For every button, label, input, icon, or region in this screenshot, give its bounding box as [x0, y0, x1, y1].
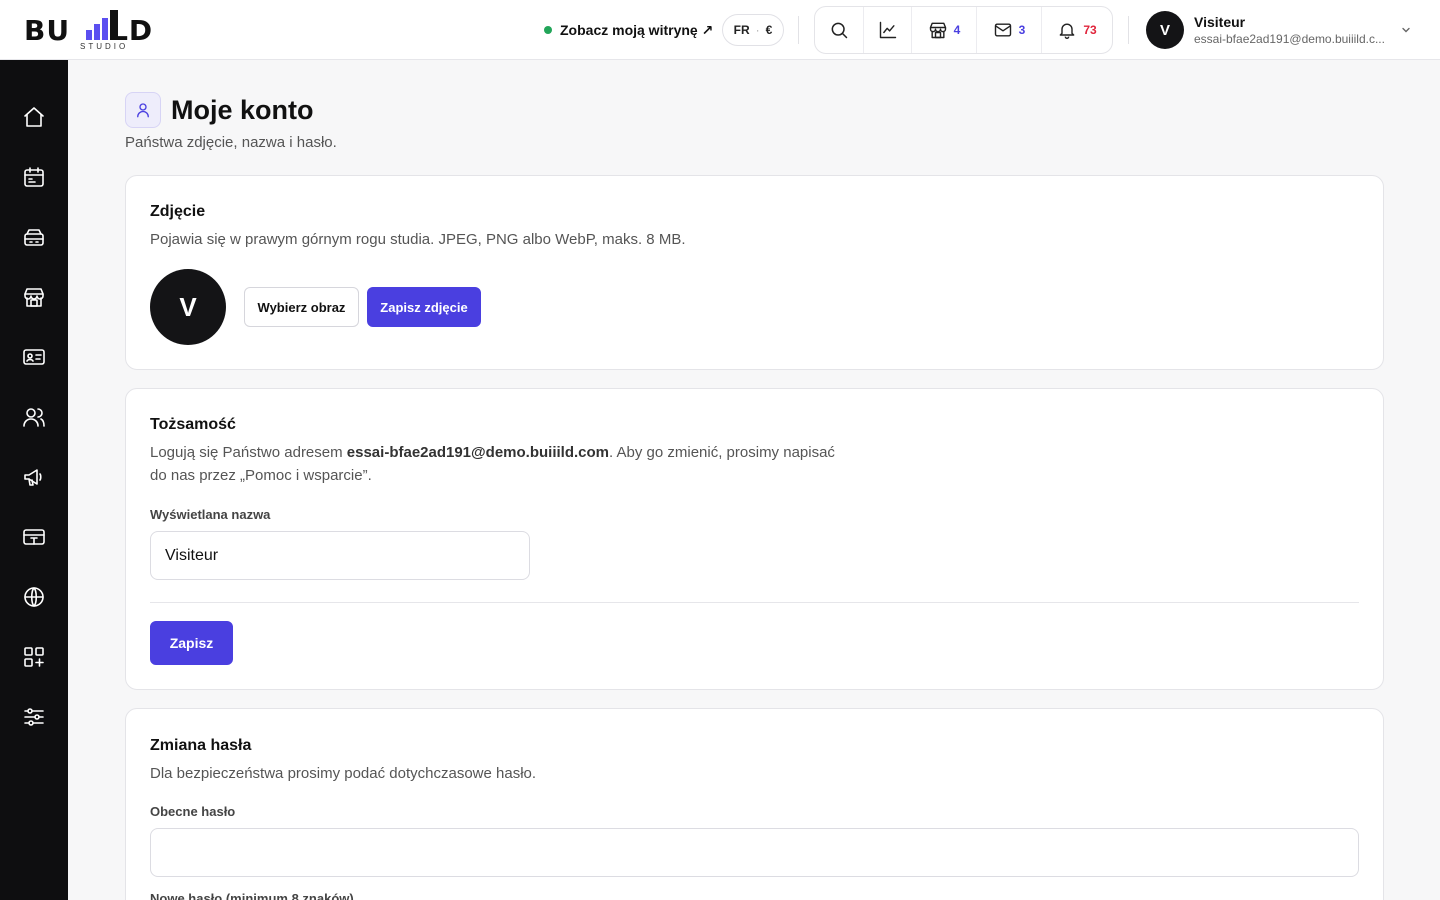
locale-currency: € [765, 23, 773, 37]
password-card-title: Zmiana hasła [150, 737, 252, 754]
locale-separator: · [755, 23, 760, 37]
sidebar-item-shop[interactable] [14, 277, 54, 317]
sliders-icon [24, 708, 44, 726]
identity-desc-line2: do nas przez „Pomoc i wsparcie”. [150, 467, 372, 484]
sidebar-item-website[interactable] [14, 577, 54, 617]
globe-icon [24, 587, 44, 607]
sidebar-item-team[interactable] [14, 397, 54, 437]
page-subtitle: Państwa zdjęcie, nazwa i hasło. [125, 134, 337, 151]
locale-switcher[interactable]: FR · € [722, 14, 784, 46]
view-site-label: Zobacz moją witrynę ↗ [560, 21, 714, 38]
locale-lang: FR [733, 23, 750, 37]
sidebar-item-home[interactable] [14, 97, 54, 137]
user-menu[interactable]: V Visiteur essai-bfae2ad191@demo.buiiild… [1146, 11, 1416, 49]
sidebar-item-marketing[interactable] [14, 457, 54, 497]
payments-icon [23, 529, 45, 545]
password-card-description: Dla bezpieczeństwa prosimy podać dotychc… [150, 765, 537, 782]
choose-image-button[interactable]: Wybierz obraz [244, 287, 359, 327]
identity-card-description: Logują się Państwo adresem essai-bfae2ad… [150, 441, 910, 487]
save-button[interactable]: Zapisz [150, 621, 233, 665]
new-password-label: Nowe hasło (minimum 8 znaków) [150, 891, 354, 900]
id-card-icon [23, 349, 45, 365]
sidebar-item-apps[interactable] [14, 637, 54, 677]
user-icon [125, 92, 161, 128]
login-email: essai-bfae2ad191@demo.buiiild.com [346, 444, 609, 461]
photo-card-description: Pojawia się w prawym górnym rogu studia.… [150, 231, 686, 248]
orders-button[interactable]: 4 [911, 7, 976, 53]
sidebar [0, 60, 68, 900]
notifications-count-badge: 73 [1083, 23, 1097, 37]
identity-card-title: Tożsamość [150, 416, 236, 433]
home-icon [24, 107, 44, 127]
sidebar-item-contacts[interactable] [14, 337, 54, 377]
photo-card: Zdjęcie Pojawia się w prawym górnym rogu… [125, 175, 1384, 370]
divider [150, 602, 1359, 603]
megaphone-icon [24, 469, 42, 486]
page-title: Moje konto [171, 94, 314, 125]
sidebar-item-settings[interactable] [14, 697, 54, 737]
header-divider [798, 16, 799, 44]
users-icon [23, 408, 45, 427]
online-status-dot [544, 26, 552, 34]
page-header: Moje konto [125, 92, 314, 128]
avatar: V [1146, 11, 1184, 49]
messages-button[interactable]: 3 [976, 7, 1041, 53]
orders-count-badge: 4 [953, 23, 961, 37]
notifications-button[interactable]: 73 [1041, 7, 1112, 53]
logo[interactable]: BU LD STUDIO [24, 8, 184, 54]
search-button[interactable] [815, 7, 863, 53]
user-email: essai-bfae2ad191@demo.buiiild.c... [1194, 31, 1385, 46]
password-card: Zmiana hasła Dla bezpieczeństwa prosimy … [125, 708, 1384, 900]
top-bar: BU LD STUDIO Zobacz moją witrynę ↗ FR · €… [0, 0, 1440, 60]
header-toolbar: 4 3 73 [814, 6, 1113, 54]
logo-subtitle: STUDIO [80, 42, 129, 51]
user-name: Visiteur [1194, 13, 1246, 30]
apps-add-icon [24, 647, 44, 667]
messages-count-badge: 3 [1018, 23, 1026, 37]
photo-card-title: Zdjęcie [150, 203, 206, 220]
logo-bars-icon [86, 10, 118, 40]
display-name-label: Wyświetlana nazwa [150, 507, 271, 522]
database-icon [24, 229, 44, 246]
store-icon [24, 288, 44, 307]
chart-line-icon [879, 21, 896, 39]
identity-desc-suffix: . Aby go zmienić, prosimy napisać [609, 444, 835, 461]
mail-icon [994, 23, 1011, 37]
display-name-input[interactable] [150, 531, 530, 580]
search-icon [831, 22, 848, 39]
identity-desc-prefix: Logują się Państwo adresem [150, 444, 347, 461]
calendar-icon [24, 167, 44, 187]
chevron-down-icon [1402, 27, 1410, 33]
user-info: Visiteur essai-bfae2ad191@demo.buiiild.c… [1194, 14, 1390, 47]
stats-button[interactable] [863, 7, 911, 53]
header-divider [1128, 16, 1129, 44]
save-photo-button[interactable]: Zapisz zdjęcie [367, 287, 481, 327]
avatar-preview: V [150, 269, 226, 345]
sidebar-item-services[interactable] [14, 217, 54, 257]
identity-card: Tożsamość Logują się Państwo adresem ess… [125, 388, 1384, 690]
store-icon [929, 22, 946, 39]
sidebar-item-payments[interactable] [14, 517, 54, 557]
sidebar-item-calendar[interactable] [14, 157, 54, 197]
current-password-label: Obecne hasło [150, 804, 236, 819]
bell-icon [1059, 23, 1075, 39]
view-site-link[interactable]: Zobacz moją witrynę ↗ [544, 19, 713, 41]
current-password-input[interactable] [150, 828, 1359, 877]
